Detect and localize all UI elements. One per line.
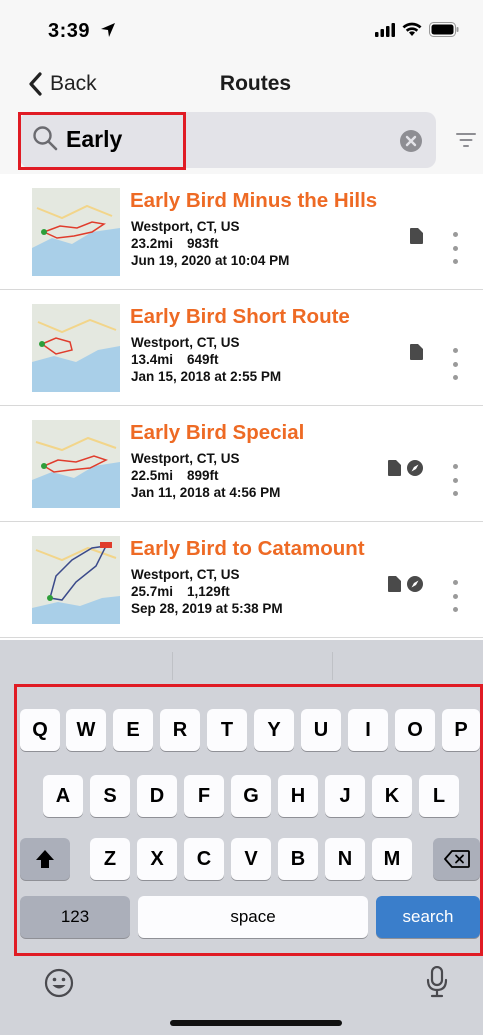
route-map-thumbnail xyxy=(32,188,120,276)
list-item[interactable]: Early Bird Short Route Westport, CT, US … xyxy=(0,290,483,406)
route-location: Westport, CT, US xyxy=(131,335,240,350)
battery-icon xyxy=(429,22,459,37)
home-indicator xyxy=(170,1020,342,1026)
more-options-button[interactable] xyxy=(444,232,466,264)
status-time-text: 3:39 xyxy=(48,20,91,42)
microphone-icon xyxy=(426,965,448,998)
document-icon xyxy=(410,344,423,360)
document-icon xyxy=(388,576,401,592)
route-meta: Westport, CT, US 25.7mi 1,129ft Sep 28, 2… xyxy=(131,566,283,617)
route-map-thumbnail xyxy=(32,536,120,624)
compass-icon xyxy=(407,576,423,592)
route-distance: 22.5mi xyxy=(131,468,174,483)
signal-icon xyxy=(375,22,395,37)
dictation-button[interactable] xyxy=(426,965,448,1003)
route-date: Sep 28, 2019 at 5:38 PM xyxy=(131,601,283,616)
route-list: Early Bird Minus the Hills Westport, CT,… xyxy=(0,174,483,638)
route-icons xyxy=(410,228,423,244)
route-elevation: 1,129ft xyxy=(187,584,230,599)
route-distance: 25.7mi xyxy=(131,584,174,599)
clear-search-button[interactable] xyxy=(400,130,422,152)
more-options-button[interactable] xyxy=(444,348,466,380)
route-meta: Westport, CT, US 13.4mi 649ft Jan 15, 201… xyxy=(131,334,281,385)
navigation-bar: Back Routes xyxy=(0,62,483,106)
emoji-icon xyxy=(44,968,74,998)
route-meta: Westport, CT, US 23.2mi 983ft Jun 19, 202… xyxy=(131,218,289,269)
route-name: Early Bird Minus the Hills xyxy=(130,189,378,212)
route-name: Early Bird to Catamount xyxy=(130,537,365,560)
route-icons xyxy=(410,344,423,360)
clear-icon xyxy=(400,130,422,152)
suggestion-divider xyxy=(332,652,333,680)
route-stats: 13.4mi 649ft xyxy=(131,351,281,368)
list-item[interactable]: Early Bird Minus the Hills Westport, CT,… xyxy=(0,174,483,290)
route-icons xyxy=(388,460,423,476)
filter-button[interactable] xyxy=(456,132,476,153)
wifi-icon xyxy=(402,22,422,36)
route-location: Westport, CT, US xyxy=(131,219,240,234)
status-bar: 3:39 xyxy=(0,0,483,62)
keyboard-bottom-bar xyxy=(0,956,483,1035)
route-stats: 25.7mi 1,129ft xyxy=(131,583,283,600)
route-elevation: 983ft xyxy=(187,236,219,251)
compass-icon xyxy=(407,460,423,476)
location-arrow-icon xyxy=(101,23,116,37)
route-location: Westport, CT, US xyxy=(131,451,240,466)
route-stats: 22.5mi 899ft xyxy=(131,467,280,484)
more-options-button[interactable] xyxy=(444,580,466,612)
document-icon xyxy=(388,460,401,476)
page-title: Routes xyxy=(219,72,292,95)
filter-icon xyxy=(456,133,476,147)
route-stats: 23.2mi 983ft xyxy=(131,235,289,252)
keyboard-highlight-box xyxy=(14,684,483,956)
search-highlight-box xyxy=(18,112,186,170)
route-distance: 13.4mi xyxy=(131,352,174,367)
route-date: Jan 11, 2018 at 4:56 PM xyxy=(131,485,281,500)
route-meta: Westport, CT, US 22.5mi 899ft Jan 11, 201… xyxy=(131,450,280,501)
route-map-thumbnail xyxy=(32,304,120,392)
route-name: Early Bird Short Route xyxy=(130,305,350,328)
emoji-button[interactable] xyxy=(44,968,74,1003)
route-location: Westport, CT, US xyxy=(131,567,240,582)
list-item[interactable]: Early Bird to Catamount Westport, CT, US… xyxy=(0,522,483,638)
status-indicators xyxy=(375,22,459,37)
suggestion-divider xyxy=(172,652,173,680)
list-item[interactable]: Early Bird Special Westport, CT, US 22.5… xyxy=(0,406,483,522)
route-date: Jun 19, 2020 at 10:04 PM xyxy=(131,253,290,268)
route-map-thumbnail xyxy=(32,420,120,508)
document-icon xyxy=(410,228,423,244)
route-elevation: 899ft xyxy=(187,468,219,483)
route-name: Early Bird Special xyxy=(130,421,305,444)
status-time: 3:39 xyxy=(48,20,116,43)
more-options-button[interactable] xyxy=(444,464,466,496)
route-date: Jan 15, 2018 at 2:55 PM xyxy=(131,369,282,384)
route-icons xyxy=(388,576,423,592)
route-elevation: 649ft xyxy=(187,352,219,367)
route-distance: 23.2mi xyxy=(131,236,174,251)
keyboard-suggestion-bar xyxy=(0,640,483,690)
